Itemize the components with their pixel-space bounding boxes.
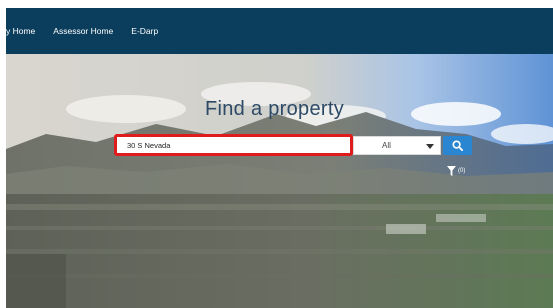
property-search-input[interactable]: [127, 140, 350, 150]
search-icon: [452, 140, 463, 151]
search-scope-selected: All: [382, 141, 391, 150]
property-search-field[interactable]: [114, 134, 353, 156]
hero-banner: Find a property All (0): [6, 54, 553, 308]
search-scope-select[interactable]: All: [353, 136, 441, 155]
filter-icon: [447, 166, 456, 176]
top-navigation-bar: y Home Assessor Home E-Darp: [6, 8, 553, 54]
page-title: Find a property: [205, 98, 345, 120]
search-button[interactable]: [443, 136, 472, 155]
filter-count: (0): [458, 168, 466, 174]
filter-toggle[interactable]: (0): [447, 166, 465, 176]
nav-link-e-darp[interactable]: E-Darp: [131, 26, 158, 36]
nav-link-assessor-home[interactable]: Assessor Home: [53, 26, 113, 36]
nav-link-home[interactable]: y Home: [6, 26, 35, 36]
hero-background-image: [6, 54, 553, 308]
caret-down-icon: [426, 144, 434, 149]
